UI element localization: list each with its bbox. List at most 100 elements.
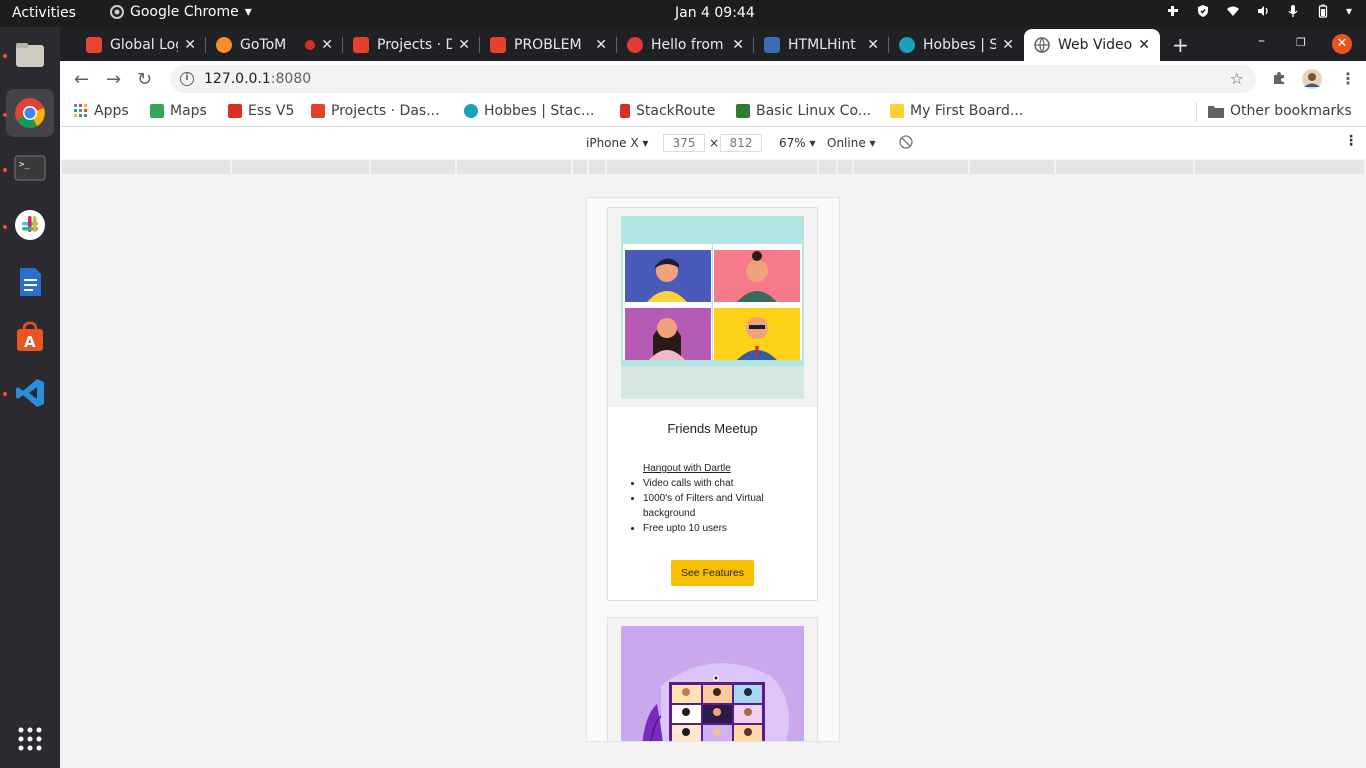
clock[interactable]: Jan 4 09:44 xyxy=(675,5,755,21)
recording-icon xyxy=(305,40,316,50)
maximize-button[interactable]: ❐ xyxy=(1296,36,1306,49)
chrome-icon xyxy=(15,98,45,128)
app-menu[interactable]: Google Chrome ▾ xyxy=(110,4,252,20)
media-query-segment[interactable] xyxy=(371,160,455,174)
back-button[interactable]: ← xyxy=(74,69,89,90)
address-bar[interactable]: i 127.0.0.1:8080 ☆ xyxy=(170,65,1256,93)
profile-avatar[interactable] xyxy=(1301,68,1323,90)
card-list-heading[interactable]: Hangout with Dartle xyxy=(643,461,803,476)
network-throttle-select[interactable]: Online ▾ xyxy=(827,136,876,150)
reload-button[interactable]: ↻ xyxy=(137,69,152,90)
gotomeeting-icon xyxy=(216,37,232,53)
vscode-launcher[interactable] xyxy=(6,369,54,417)
close-icon[interactable]: ✕ xyxy=(867,37,879,53)
bookmark-stackroute[interactable]: StackRoute xyxy=(620,103,715,119)
media-query-segment[interactable] xyxy=(838,160,852,174)
tab-hello-from[interactable]: Hello from ✕ xyxy=(617,29,754,61)
media-query-segment[interactable] xyxy=(62,160,230,174)
media-query-segment[interactable] xyxy=(1056,160,1193,174)
kebab-menu-icon[interactable]: ⋮ xyxy=(1340,69,1356,88)
close-icon[interactable]: ✕ xyxy=(732,37,744,53)
bookmark-hobbes[interactable]: Hobbes | Stac... xyxy=(464,103,594,119)
tab-title: Web Video xyxy=(1058,37,1133,53)
tab-projects[interactable]: Projects · D ✕ xyxy=(343,29,480,61)
window-close-button[interactable]: ✕ xyxy=(1332,34,1352,54)
bookmark-maps[interactable]: Maps xyxy=(150,103,207,119)
chrome-launcher[interactable] xyxy=(6,89,54,137)
tab-gotomeeting[interactable]: GoToM ✕ xyxy=(206,29,343,61)
bookmark-projects[interactable]: Projects · Das... xyxy=(311,103,440,119)
chrome-window: Global Log ✕ GoToM ✕ Projects · D ✕ PROB… xyxy=(60,27,1366,768)
bookmark-ess-v5[interactable]: Ess V5 xyxy=(228,103,294,119)
system-tray[interactable]: ▾ xyxy=(1166,4,1352,18)
info-icon[interactable]: i xyxy=(180,72,194,86)
tab-problem[interactable]: PROBLEM ✕ xyxy=(480,29,617,61)
bookmark-star-icon[interactable]: ☆ xyxy=(1230,69,1244,88)
media-query-segment[interactable] xyxy=(589,160,605,174)
close-icon[interactable]: ✕ xyxy=(1138,37,1150,53)
bookmark-label: Basic Linux Co... xyxy=(756,103,872,119)
close-icon[interactable]: ✕ xyxy=(595,37,607,53)
media-query-segment[interactable] xyxy=(232,160,369,174)
media-query-segment[interactable] xyxy=(970,160,1054,174)
bookmarks-bar: Apps Maps Ess V5 Projects · Das... Hobbe… xyxy=(60,97,1366,127)
card-image-area xyxy=(608,208,817,407)
shopping-bag-icon: A xyxy=(17,321,43,351)
software-launcher[interactable]: A xyxy=(6,313,54,361)
activities-button[interactable]: Activities xyxy=(12,5,76,21)
group-call-illustration xyxy=(621,626,804,741)
bookmark-apps[interactable]: Apps xyxy=(74,103,129,119)
hobbes-icon xyxy=(464,104,478,118)
tab-web-video[interactable]: Web Video ✕ xyxy=(1024,29,1160,61)
close-icon[interactable]: ✕ xyxy=(458,37,470,53)
terminal-launcher[interactable]: >_ xyxy=(6,144,54,192)
media-query-segment[interactable] xyxy=(1195,160,1364,174)
media-query-segment[interactable] xyxy=(819,160,836,174)
svg-text:A: A xyxy=(24,333,36,351)
slack-launcher[interactable] xyxy=(6,201,54,249)
see-features-button[interactable]: See Features xyxy=(671,560,754,586)
dimension-separator: × xyxy=(709,136,720,150)
media-query-segment[interactable] xyxy=(607,160,817,174)
browser-toolbar: ← → ↻ i 127.0.0.1:8080 ☆ ⋮ xyxy=(60,61,1366,97)
show-applications-button[interactable] xyxy=(6,715,54,763)
width-input[interactable]: 375 xyxy=(663,134,705,152)
tab-htmlhint[interactable]: HTMLHint ✕ xyxy=(754,29,889,61)
running-indicator xyxy=(3,54,7,58)
bookmark-my-first-board[interactable]: My First Board... xyxy=(890,103,1023,119)
minimize-button[interactable]: – xyxy=(1258,33,1265,49)
device-toolbar: iPhone X ▾ 375 × 812 67% ▾ Online ▾ ⋮ xyxy=(60,127,1366,159)
extensions-puzzle-icon[interactable] xyxy=(1271,70,1287,86)
forward-button[interactable]: → xyxy=(106,69,121,90)
hobbes-icon xyxy=(899,37,915,53)
close-icon[interactable]: ✕ xyxy=(184,37,196,53)
zoom-select[interactable]: 67% ▾ xyxy=(779,136,816,150)
new-tab-button[interactable]: + xyxy=(1172,33,1189,57)
height-input[interactable]: 812 xyxy=(720,134,762,152)
card-title: Friends Meetup xyxy=(667,421,758,436)
writer-launcher[interactable] xyxy=(6,258,54,306)
bookmark-basic-linux[interactable]: Basic Linux Co... xyxy=(736,103,871,119)
feature-list: Video calls with chat 1000's of Filters … xyxy=(643,476,803,536)
url-port: :8080 xyxy=(270,71,312,87)
files-launcher[interactable] xyxy=(6,31,54,79)
tab-title: Hobbes | S xyxy=(923,37,997,53)
microphone-icon xyxy=(1288,5,1298,17)
device-toolbar-menu-icon[interactable]: ⋮ xyxy=(1344,133,1358,149)
tab-global-log[interactable]: Global Log ✕ xyxy=(76,29,206,61)
media-query-segment[interactable] xyxy=(457,160,571,174)
device-frame: Friends Meetup Hangout with Dartle Video… xyxy=(586,197,840,742)
close-icon[interactable]: ✕ xyxy=(1002,37,1014,53)
close-icon[interactable]: ✕ xyxy=(321,37,333,53)
bookmark-label: StackRoute xyxy=(636,103,716,119)
media-query-segment[interactable] xyxy=(854,160,968,174)
media-query-segment[interactable] xyxy=(573,160,587,174)
rotate-icon[interactable] xyxy=(899,135,913,149)
tab-hobbes[interactable]: Hobbes | S ✕ xyxy=(889,29,1024,61)
feature-card: Friends Meetup Hangout with Dartle Video… xyxy=(607,207,818,601)
bookmark-other[interactable]: Other bookmarks xyxy=(1208,103,1352,119)
list-item: 1000's of Filters and Virtual background xyxy=(643,491,803,521)
maps-icon xyxy=(150,104,164,118)
device-select[interactable]: iPhone X ▾ xyxy=(586,136,648,150)
bookmark-label: Other bookmarks xyxy=(1230,103,1352,119)
